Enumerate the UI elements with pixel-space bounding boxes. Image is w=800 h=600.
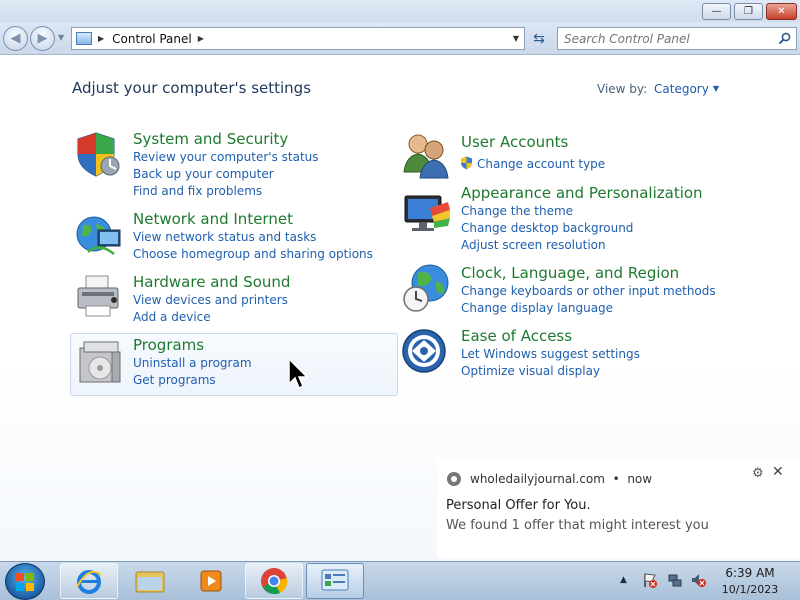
category-title-clock-language-region[interactable]: Clock, Language, and Region — [461, 264, 679, 282]
taskbar-media-player[interactable] — [182, 563, 240, 599]
link-review-status[interactable]: Review your computer's status — [133, 150, 319, 164]
start-button[interactable] — [5, 563, 45, 600]
notification-title: Personal Offer for You. — [446, 498, 591, 513]
link-screen-resolution[interactable]: Adjust screen resolution — [461, 238, 606, 252]
network-globe-icon[interactable] — [74, 212, 124, 262]
link-homegroup-sharing[interactable]: Choose homegroup and sharing options — [133, 247, 373, 261]
chrome-icon — [447, 472, 461, 486]
window-title-bar: — ❐ ✕ — [0, 0, 800, 22]
breadcrumb-arrow-icon[interactable]: ▶ — [98, 34, 104, 43]
taskbar: ▲ 6:39 AM 10/1/2023 — [0, 561, 800, 600]
link-uninstall-program[interactable]: Uninstall a program — [133, 356, 252, 370]
refresh-button[interactable]: ⇆ — [528, 28, 550, 49]
link-back-up[interactable]: Back up your computer — [133, 167, 274, 181]
close-button[interactable]: ✕ — [766, 3, 797, 20]
forward-button[interactable]: ▶ — [30, 26, 55, 51]
control-panel-icon — [321, 569, 349, 591]
link-change-theme[interactable]: Change the theme — [461, 204, 573, 218]
shield-icon[interactable] — [74, 130, 124, 180]
internet-explorer-icon — [76, 570, 102, 594]
link-keyboards-input[interactable]: Change keyboards or other input methods — [461, 284, 716, 298]
minimize-button[interactable]: — — [702, 3, 731, 20]
media-player-icon — [200, 570, 222, 592]
link-optimize-visual[interactable]: Optimize visual display — [461, 364, 600, 378]
category-title-appearance[interactable]: Appearance and Personalization — [461, 184, 703, 202]
taskbar-control-panel[interactable] — [306, 563, 364, 599]
address-bar[interactable]: ▶ Control Panel ▶ ▼ — [71, 27, 525, 50]
search-input[interactable] — [564, 31, 774, 46]
breadcrumb-control-panel[interactable]: Control Panel — [112, 32, 192, 46]
search-icon[interactable] — [778, 32, 791, 45]
gear-icon[interactable]: ⚙ — [752, 466, 764, 481]
taskbar-internet-explorer[interactable] — [60, 563, 118, 599]
ease-of-access-icon[interactable] — [402, 328, 452, 378]
link-change-account-type[interactable]: Change account type — [477, 157, 605, 171]
search-box — [557, 27, 797, 50]
category-title-ease-of-access[interactable]: Ease of Access — [461, 327, 572, 345]
clock-time: 6:39 AM — [725, 566, 775, 580]
link-devices-printers[interactable]: View devices and printers — [133, 293, 288, 307]
control-panel-icon — [76, 32, 92, 45]
chevron-down-icon[interactable]: ▼ — [713, 84, 719, 93]
notification-body: We found 1 offer that might interest you — [446, 518, 709, 533]
category-title-network-and-internet[interactable]: Network and Internet — [133, 210, 293, 228]
volume-muted-icon[interactable] — [690, 572, 706, 588]
link-windows-suggest[interactable]: Let Windows suggest settings — [461, 347, 640, 361]
windows-logo-icon — [16, 572, 34, 591]
maximize-button[interactable]: ❐ — [734, 3, 763, 20]
category-title-programs[interactable]: Programs — [133, 336, 204, 354]
taskbar-chrome[interactable] — [245, 563, 303, 599]
view-by-value[interactable]: Category — [654, 82, 709, 96]
link-display-language[interactable]: Change display language — [461, 301, 613, 315]
folder-icon — [135, 571, 165, 593]
breadcrumb-arrow-icon[interactable]: ▶ — [198, 34, 204, 43]
navigation-bar: ◀ ▶ ▼ ▶ Control Panel ▶ ▼ ⇆ — [0, 22, 800, 55]
link-find-fix-problems[interactable]: Find and fix problems — [133, 184, 262, 198]
monitor-palette-icon[interactable] — [402, 190, 452, 240]
view-by-label: View by: — [597, 82, 648, 96]
printer-icon[interactable] — [74, 272, 124, 322]
category-title-system-and-security[interactable]: System and Security — [133, 130, 288, 148]
clock-date: 10/1/2023 — [721, 583, 779, 596]
address-dropdown-icon[interactable]: ▼ — [513, 34, 519, 43]
mouse-cursor-icon — [288, 358, 309, 390]
close-icon[interactable]: ✕ — [772, 464, 784, 480]
link-network-status[interactable]: View network status and tasks — [133, 230, 316, 244]
action-center-flag-icon[interactable] — [642, 572, 658, 588]
taskbar-windows-explorer[interactable] — [121, 563, 179, 599]
uac-shield-icon — [461, 156, 472, 170]
view-by-dropdown[interactable]: Category ▼ — [654, 82, 719, 96]
programs-box-icon[interactable] — [76, 338, 126, 388]
users-icon[interactable] — [402, 130, 452, 180]
link-get-programs[interactable]: Get programs — [133, 373, 216, 387]
network-icon[interactable] — [667, 572, 683, 588]
link-add-device[interactable]: Add a device — [133, 310, 211, 324]
chrome-logo-icon — [261, 568, 288, 595]
taskbar-clock[interactable]: 6:39 AM 10/1/2023 — [710, 566, 790, 596]
notification-source: wholedailyjournal.com • now — [470, 472, 652, 486]
notification-time: now — [627, 472, 653, 486]
page-title: Adjust your computer's settings — [72, 79, 312, 97]
back-button[interactable]: ◀ — [3, 26, 28, 51]
notification-domain: wholedailyjournal.com — [470, 472, 605, 486]
show-hidden-icons-button[interactable]: ▲ — [620, 575, 627, 585]
category-title-user-accounts[interactable]: User Accounts — [461, 133, 568, 151]
globe-clock-icon[interactable] — [402, 263, 452, 313]
recent-pages-dropdown[interactable]: ▼ — [58, 33, 64, 42]
link-desktop-background[interactable]: Change desktop background — [461, 221, 633, 235]
category-title-hardware-and-sound[interactable]: Hardware and Sound — [133, 273, 290, 291]
notification-popup[interactable]: wholedailyjournal.com • now ⚙ ✕ Personal… — [437, 458, 800, 558]
notification-separator: • — [612, 472, 620, 486]
